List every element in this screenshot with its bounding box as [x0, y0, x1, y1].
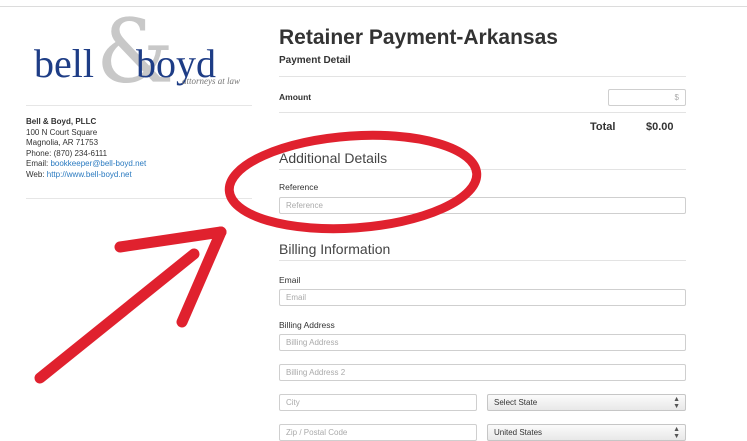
email-label: Email: [279, 275, 301, 285]
country-select-value: United States: [494, 428, 543, 437]
reference-label: Reference: [279, 182, 319, 192]
state-select-value: Select State: [494, 398, 538, 407]
amount-input[interactable]: $: [608, 89, 686, 106]
total-value: $0.00: [646, 121, 674, 133]
additional-divider: [279, 169, 686, 170]
firm-contact: Bell & Boyd, PLLC 100 N Court Square Mag…: [26, 117, 146, 180]
billing-address-input[interactable]: Billing Address: [279, 334, 686, 351]
red-arrow-shaft: [34, 248, 200, 384]
firm-address-line1: 100 N Court Square: [26, 127, 98, 137]
payment-detail-heading: Payment Detail: [279, 55, 351, 66]
page-title: Retainer Payment-Arkansas: [279, 26, 558, 49]
amount-label: Amount: [279, 92, 312, 102]
email-input[interactable]: Email: [279, 289, 686, 306]
zip-input[interactable]: Zip / Postal Code: [279, 424, 477, 441]
left-divider-top: [26, 105, 252, 106]
red-arrow-head-right: [176, 226, 227, 328]
select-arrows-icon: ▲ ▼: [673, 426, 680, 440]
additional-details-heading: Additional Details: [279, 150, 388, 166]
state-select[interactable]: Select State ▲ ▼: [487, 394, 686, 411]
reference-input[interactable]: Reference: [279, 197, 686, 214]
billing-information-heading: Billing Information: [279, 241, 391, 257]
select-arrows-icon: ▲ ▼: [673, 396, 680, 410]
firm-email-link[interactable]: bookkeeper@bell-boyd.net: [50, 159, 146, 168]
billing-address2-input[interactable]: Billing Address 2: [279, 364, 686, 381]
billing-divider: [279, 260, 686, 261]
amount-divider: [279, 112, 686, 113]
firm-name: Bell & Boyd, PLLC: [26, 117, 97, 126]
firm-web-link[interactable]: http://www.bell-boyd.net: [47, 170, 132, 179]
web-prefix: Web:: [26, 169, 47, 179]
country-select[interactable]: United States ▲ ▼: [487, 424, 686, 441]
left-divider-bottom: [26, 198, 252, 199]
billing-address-label: Billing Address: [279, 320, 335, 330]
logo-word-bell: bell: [34, 41, 94, 86]
total-label: Total: [590, 121, 616, 133]
red-arrow-head-left: [114, 226, 227, 253]
firm-email-row: Email: bookkeeper@bell-boyd.net: [26, 159, 146, 170]
logo-tagline: attorneys at law: [182, 76, 240, 86]
city-input[interactable]: City: [279, 394, 477, 411]
firm-address-line2: Magnolia, AR 71753: [26, 138, 99, 147]
firm-web-row: Web: http://www.bell-boyd.net: [26, 170, 146, 181]
firm-logo: & bell boyd attorneys at law: [32, 8, 242, 100]
firm-phone: Phone: (870) 234-6111: [26, 148, 108, 158]
email-prefix: Email:: [26, 159, 51, 168]
red-circle-annotation: [224, 130, 482, 234]
payment-divider: [279, 76, 686, 77]
